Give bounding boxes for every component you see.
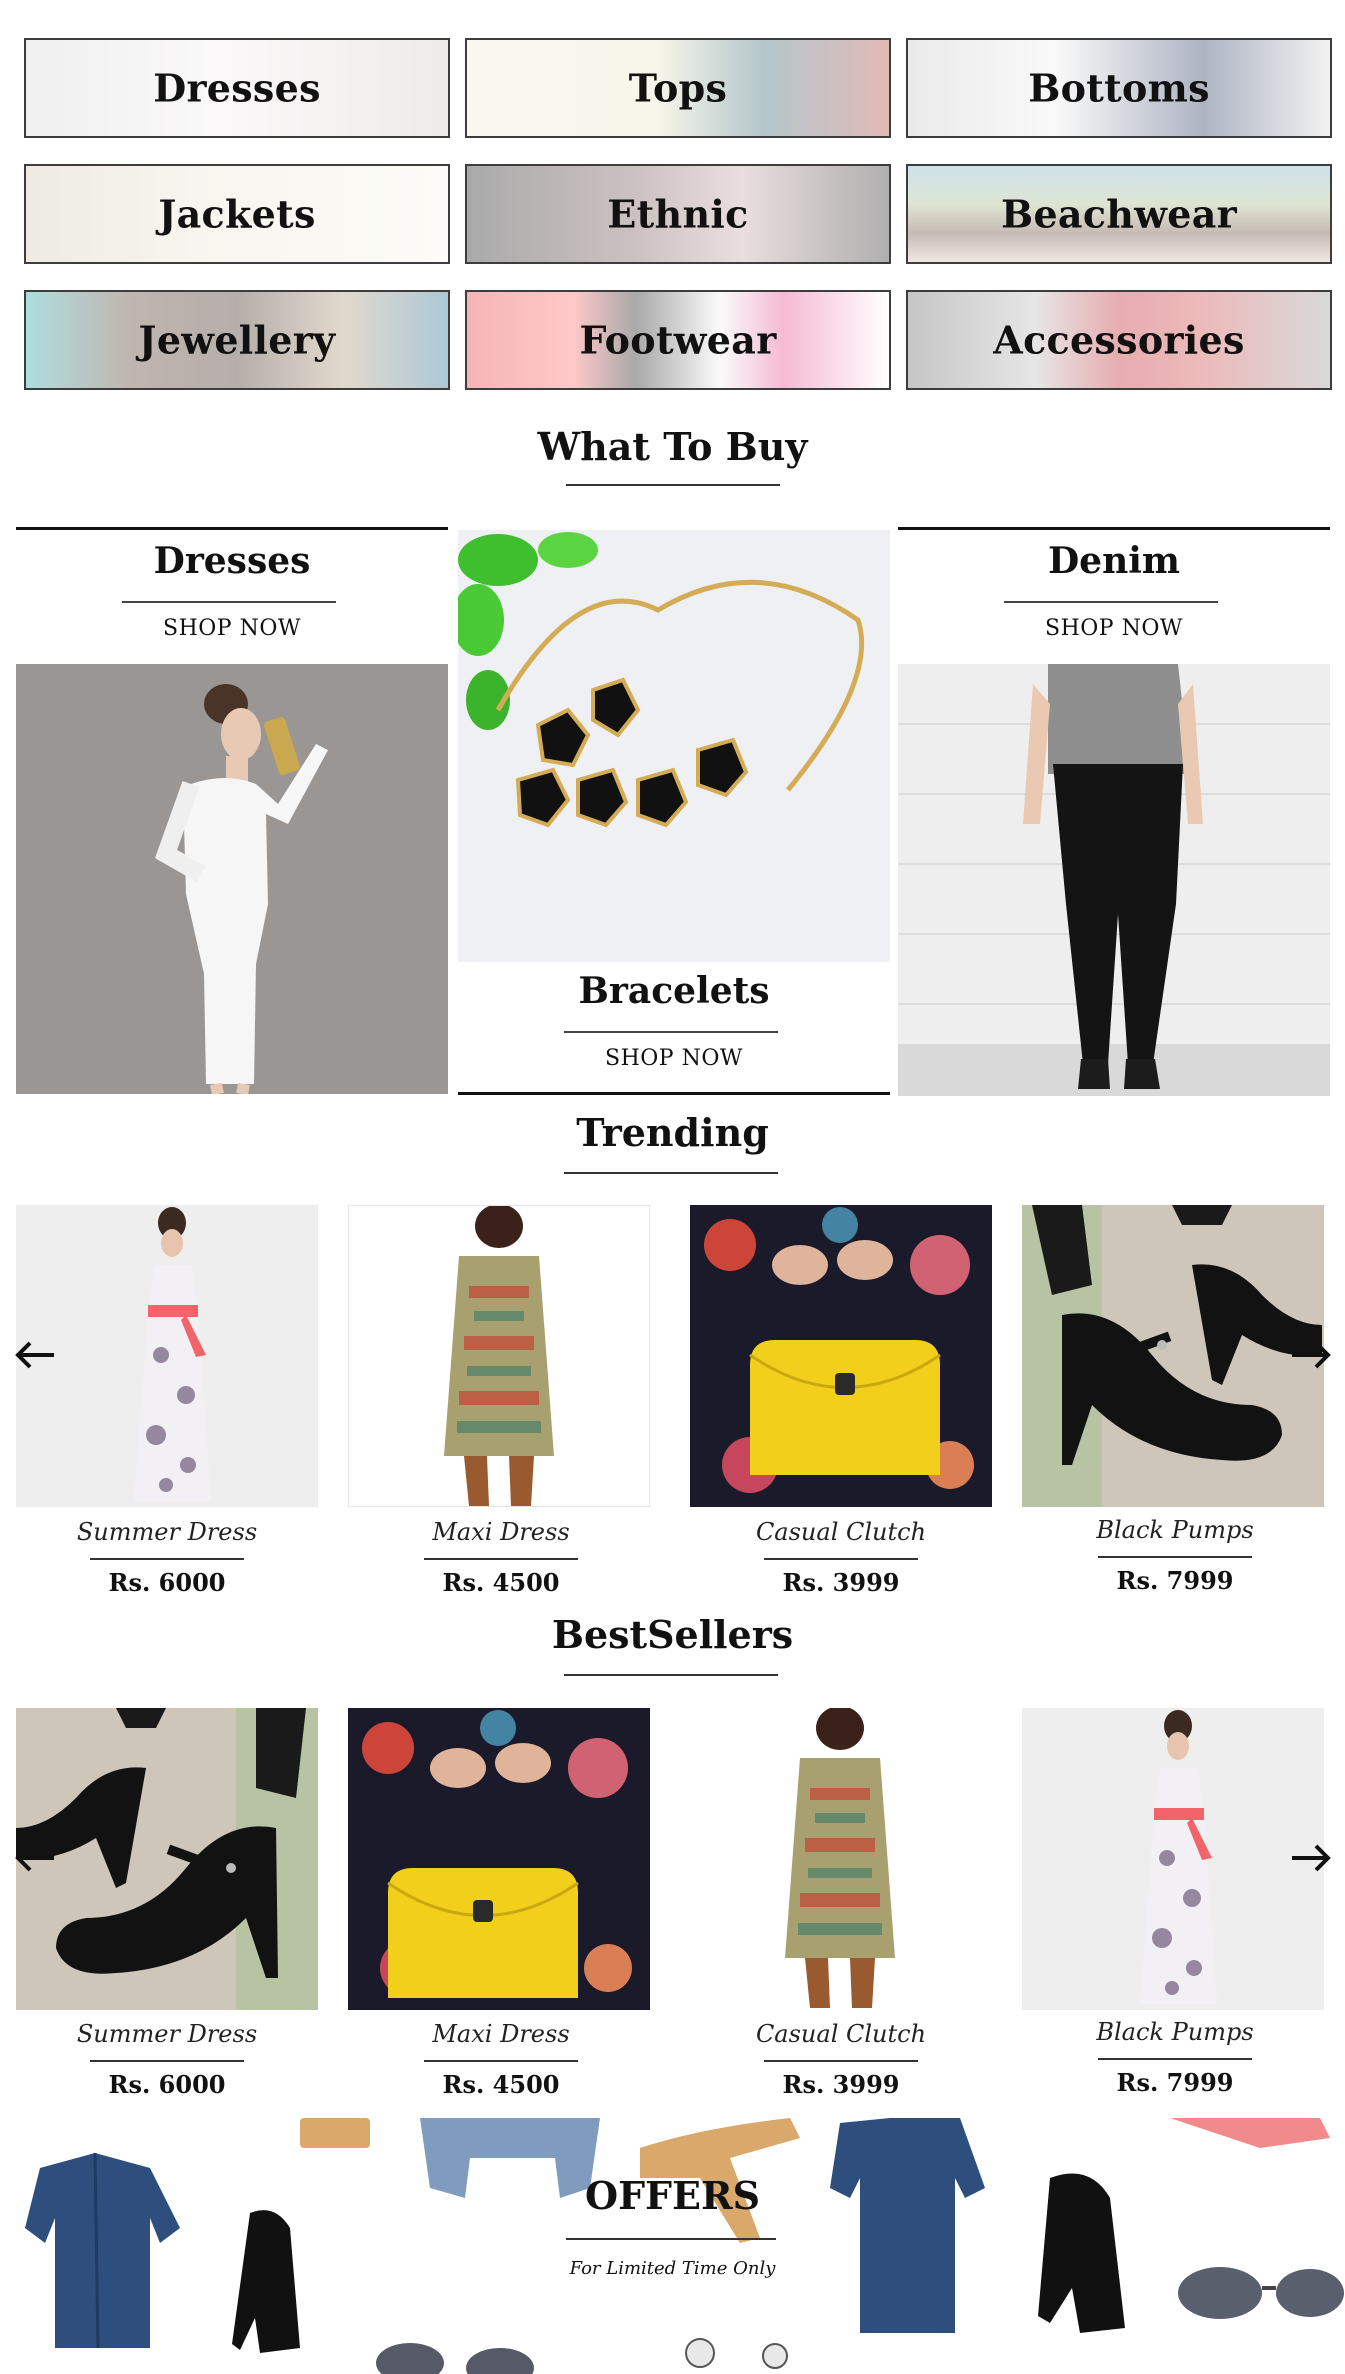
product-name-rule xyxy=(90,1558,244,1560)
category-tile-jewellery[interactable]: Jewellery xyxy=(24,290,450,390)
bracelets-shop-now-link[interactable]: SHOP NOW xyxy=(458,1046,890,1071)
product-name-rule xyxy=(424,2060,578,2062)
dresses-top-rule xyxy=(16,527,448,530)
offers-title: OFFERS xyxy=(584,2173,761,2218)
category-label: Footwear xyxy=(579,317,777,363)
denim-promo-rule xyxy=(1004,601,1218,603)
category-tile-beachwear[interactable]: Beachwear xyxy=(906,164,1332,264)
trending-heading: Trending xyxy=(576,1110,769,1155)
product-image[interactable] xyxy=(348,1708,650,2010)
product-name-rule xyxy=(1098,1556,1252,1558)
category-label: Jackets xyxy=(158,191,316,237)
category-label: Tops xyxy=(628,65,728,111)
product-name[interactable]: Black Pumps xyxy=(1010,1516,1340,1544)
denim-promo-image[interactable] xyxy=(898,664,1330,1096)
bracelets-promo-rule xyxy=(564,1031,778,1033)
arrow-left-icon xyxy=(15,1341,54,1369)
product-price: Rs. 3999 xyxy=(782,2070,900,2099)
category-tile-dresses[interactable]: Dresses xyxy=(24,38,450,138)
product-name[interactable]: Summer Dress xyxy=(2,2020,332,2048)
offers-subtitle: For Limited Time Only xyxy=(569,2258,776,2279)
product-name[interactable]: Casual Clutch xyxy=(676,1518,1006,1546)
category-tile-ethnic[interactable]: Ethnic xyxy=(465,164,891,264)
product-name-rule xyxy=(764,1558,918,1560)
product-price: Rs. 7999 xyxy=(1116,2068,1234,2097)
dresses-promo-title: Dresses xyxy=(153,540,311,582)
product-image[interactable] xyxy=(690,1708,992,2010)
offers-title-rule xyxy=(566,2238,776,2240)
product-name-rule xyxy=(424,1558,578,1560)
category-label: Bottoms xyxy=(1028,65,1210,111)
product-image[interactable] xyxy=(690,1205,992,1507)
product-price: Rs. 6000 xyxy=(108,1568,226,1597)
category-label: Ethnic xyxy=(607,191,749,237)
bestsellers-next-arrow[interactable] xyxy=(1290,1840,1332,1876)
product-image[interactable] xyxy=(1022,1205,1324,1507)
model-white-dress-illustration xyxy=(154,684,328,1094)
category-tile-bottoms[interactable]: Bottoms xyxy=(906,38,1332,138)
model-denim-illustration xyxy=(898,664,1330,1096)
product-name[interactable]: Black Pumps xyxy=(1010,2018,1340,2046)
category-label: Beachwear xyxy=(1001,191,1237,237)
product-image[interactable] xyxy=(1022,1708,1324,2010)
arrow-left-icon xyxy=(15,1844,54,1872)
bracelets-promo-image[interactable] xyxy=(458,530,890,962)
bracelets-bottom-rule xyxy=(458,1092,890,1095)
product-price: Rs. 6000 xyxy=(108,2070,226,2099)
product-name-rule xyxy=(764,2060,918,2062)
product-price: Rs. 4500 xyxy=(442,2070,560,2099)
trending-prev-arrow[interactable] xyxy=(14,1337,56,1373)
necklace-illustration xyxy=(458,532,865,828)
dresses-shop-now-link[interactable]: SHOP NOW xyxy=(16,616,448,641)
denim-top-rule xyxy=(898,527,1330,530)
product-price: Rs. 7999 xyxy=(1116,1566,1234,1595)
bracelets-promo-title: Bracelets xyxy=(578,970,770,1012)
category-grid: Dresses Tops Bottoms Jackets Ethnic Beac… xyxy=(24,38,1336,394)
category-tile-jackets[interactable]: Jackets xyxy=(24,164,450,264)
product-name[interactable]: Maxi Dress xyxy=(336,1518,666,1546)
arrow-right-icon xyxy=(1292,1341,1331,1369)
what-to-buy-underline xyxy=(566,484,780,486)
category-label: Dresses xyxy=(153,65,321,111)
product-name[interactable]: Casual Clutch xyxy=(676,2020,1006,2048)
product-name-rule xyxy=(1098,2058,1252,2060)
category-label: Accessories xyxy=(993,317,1245,363)
product-name[interactable]: Maxi Dress xyxy=(336,2020,666,2048)
category-tile-accessories[interactable]: Accessories xyxy=(906,290,1332,390)
product-price: Rs. 4500 xyxy=(442,1568,560,1597)
product-price: Rs. 3999 xyxy=(782,1568,900,1597)
arrow-right-icon xyxy=(1292,1844,1331,1872)
product-image[interactable] xyxy=(16,1708,318,2010)
trending-next-arrow[interactable] xyxy=(1290,1337,1332,1373)
category-tile-footwear[interactable]: Footwear xyxy=(465,290,891,390)
denim-shop-now-link[interactable]: SHOP NOW xyxy=(898,616,1330,641)
product-image[interactable] xyxy=(16,1205,318,1507)
product-name[interactable]: Summer Dress xyxy=(2,1518,332,1546)
bestsellers-heading: BestSellers xyxy=(551,1612,794,1657)
offers-banner[interactable]: OFFERS For Limited Time Only xyxy=(0,2118,1345,2374)
product-name-rule xyxy=(90,2060,244,2062)
dresses-promo-rule xyxy=(122,601,336,603)
product-image[interactable] xyxy=(348,1205,650,1507)
offers-collage xyxy=(25,2118,1344,2374)
dresses-promo-image[interactable] xyxy=(16,664,448,1094)
category-tile-tops[interactable]: Tops xyxy=(465,38,891,138)
trending-underline xyxy=(564,1172,778,1174)
category-label: Jewellery xyxy=(138,317,336,363)
what-to-buy-heading: What To Buy xyxy=(537,424,808,469)
bestsellers-prev-arrow[interactable] xyxy=(14,1840,56,1876)
denim-promo-title: Denim xyxy=(1047,540,1181,582)
bestsellers-underline xyxy=(564,1674,778,1676)
